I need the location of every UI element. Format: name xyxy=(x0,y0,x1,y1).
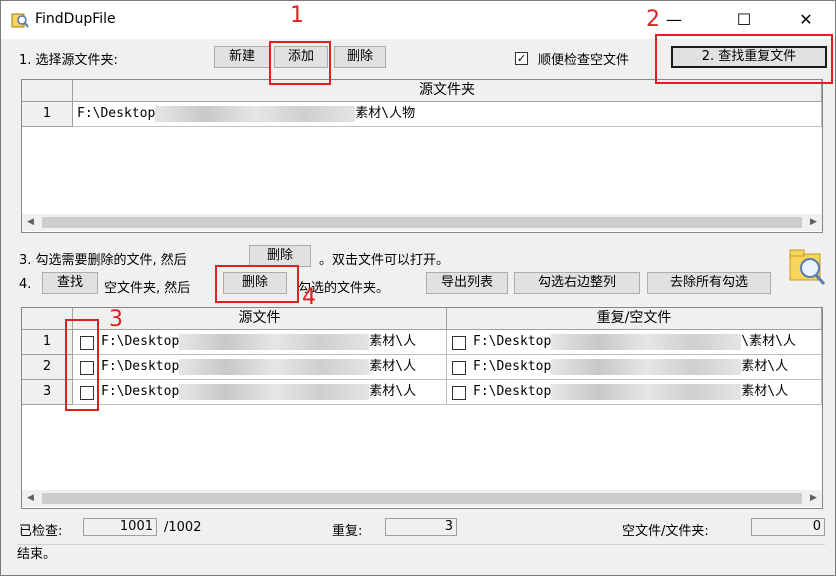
status-bar: 结束。 xyxy=(17,544,825,565)
path-prefix: F:\Desktop xyxy=(101,359,180,374)
redacted-path xyxy=(179,383,370,400)
results-grid: 源文件 重复/空文件 1 F:\Desktop 素材\人 F:\Desktop \素… xyxy=(21,307,823,509)
path-suffix: 素材\人物 xyxy=(355,106,416,121)
path-suffix: 素材\人 xyxy=(741,359,789,374)
new-folder-button[interactable]: 新建 xyxy=(214,46,270,68)
checked-total: /1002 xyxy=(164,520,202,535)
annotation-box-1 xyxy=(269,41,331,85)
path-prefix: F:\Desktop xyxy=(101,334,180,349)
duplicate-file-checkbox[interactable] xyxy=(452,361,466,375)
scroll-thumb[interactable] xyxy=(42,493,802,504)
source-file-header[interactable]: 源文件 xyxy=(73,308,447,330)
window-title: FindDupFile xyxy=(35,11,116,27)
duplicate-file-cell[interactable]: F:\Desktop 素材\人 xyxy=(447,355,822,380)
duplicate-count-field: 3 xyxy=(385,518,457,536)
clear-all-checks-button[interactable]: 去除所有勾选 xyxy=(647,272,771,294)
duplicate-file-checkbox[interactable] xyxy=(452,336,466,350)
path-suffix: 素材\人 xyxy=(369,384,417,399)
app-window: FindDupFile — ☐ ✕ 1. 选择源文件夹: 新建 添加 删除 ✓ … xyxy=(0,0,836,576)
check-empty-checkbox[interactable]: ✓ xyxy=(515,52,528,65)
scroll-thumb[interactable] xyxy=(42,217,802,228)
redacted-path xyxy=(551,333,742,350)
source-grid-hscrollbar[interactable]: ◀ ▶ xyxy=(22,214,822,231)
source-folder-row[interactable]: F:\Desktop 素材\人物 xyxy=(73,102,822,127)
annotation-number-3: 3 xyxy=(109,307,123,332)
duplicate-file-checkbox[interactable] xyxy=(452,386,466,400)
path-suffix: 素材\人 xyxy=(741,384,789,399)
path-prefix: F:\Desktop xyxy=(473,384,552,399)
row-number[interactable]: 1 xyxy=(22,102,73,127)
redacted-path xyxy=(179,358,370,375)
delete-folder-button[interactable]: 删除 xyxy=(334,46,386,68)
delete-files-button[interactable]: 删除 xyxy=(249,245,311,267)
scroll-right-icon[interactable]: ▶ xyxy=(805,214,822,231)
annotation-box-2 xyxy=(655,34,833,84)
empty-count-field: 0 xyxy=(751,518,825,536)
redacted-path xyxy=(179,333,370,350)
path-prefix: F:\Desktop xyxy=(473,334,552,349)
check-right-column-button[interactable]: 勾选右边整列 xyxy=(514,272,640,294)
source-file-cell[interactable]: F:\Desktop 素材\人 xyxy=(73,355,447,380)
path-prefix: F:\Desktop xyxy=(101,384,180,399)
scroll-left-icon[interactable]: ◀ xyxy=(22,214,39,231)
check-empty-label: 顺便检查空文件 xyxy=(538,53,630,68)
path-prefix: F:\Desktop xyxy=(77,106,156,121)
path-suffix: 素材\人 xyxy=(369,359,417,374)
source-file-cell[interactable]: F:\Desktop 素材\人 xyxy=(73,380,447,405)
find-empty-folders-button[interactable]: 查找 xyxy=(42,272,98,294)
app-icon xyxy=(11,13,29,28)
results-grid-hscrollbar[interactable]: ◀ ▶ xyxy=(22,490,822,507)
annotation-number-2: 2 xyxy=(646,7,660,32)
duplicate-file-cell[interactable]: F:\Desktop \素材\人 xyxy=(447,330,822,355)
redacted-path xyxy=(551,383,742,400)
path-prefix: F:\Desktop xyxy=(473,359,552,374)
empty-label: 空文件/文件夹: xyxy=(622,524,709,539)
annotation-number-1: 1 xyxy=(290,3,304,28)
search-files-icon xyxy=(789,249,826,285)
annotation-box-3 xyxy=(65,319,99,411)
path-suffix: \素材\人 xyxy=(741,334,796,349)
duplicate-label: 重复: xyxy=(332,524,363,539)
source-folder-grid: 源文件夹 1 F:\Desktop 素材\人物 ◀ ▶ xyxy=(21,79,823,233)
annotation-number-4: 4 xyxy=(302,285,316,310)
annotation-box-4 xyxy=(215,265,299,303)
redacted-path xyxy=(551,358,742,375)
checked-label: 已检查: xyxy=(19,524,63,539)
redacted-path xyxy=(155,105,356,122)
step4-mid-label: 空文件夹, 然后 xyxy=(104,281,191,296)
path-suffix: 素材\人 xyxy=(369,334,417,349)
source-file-cell[interactable]: F:\Desktop 素材\人 xyxy=(73,330,447,355)
step4-num: 4. xyxy=(19,277,32,292)
checked-count-field: 1001 xyxy=(83,518,157,536)
scroll-right-icon[interactable]: ▶ xyxy=(805,490,822,507)
grid-corner xyxy=(22,80,73,102)
export-list-button[interactable]: 导出列表 xyxy=(426,272,508,294)
step1-label: 1. 选择源文件夹: xyxy=(19,53,118,68)
step3-label: 3. 勾选需要删除的文件, 然后 xyxy=(19,253,187,268)
scroll-left-icon[interactable]: ◀ xyxy=(22,490,39,507)
duplicate-file-cell[interactable]: F:\Desktop 素材\人 xyxy=(447,380,822,405)
step3-hint: 。双击文件可以打开。 xyxy=(319,253,450,268)
duplicate-file-header[interactable]: 重复/空文件 xyxy=(447,308,822,330)
